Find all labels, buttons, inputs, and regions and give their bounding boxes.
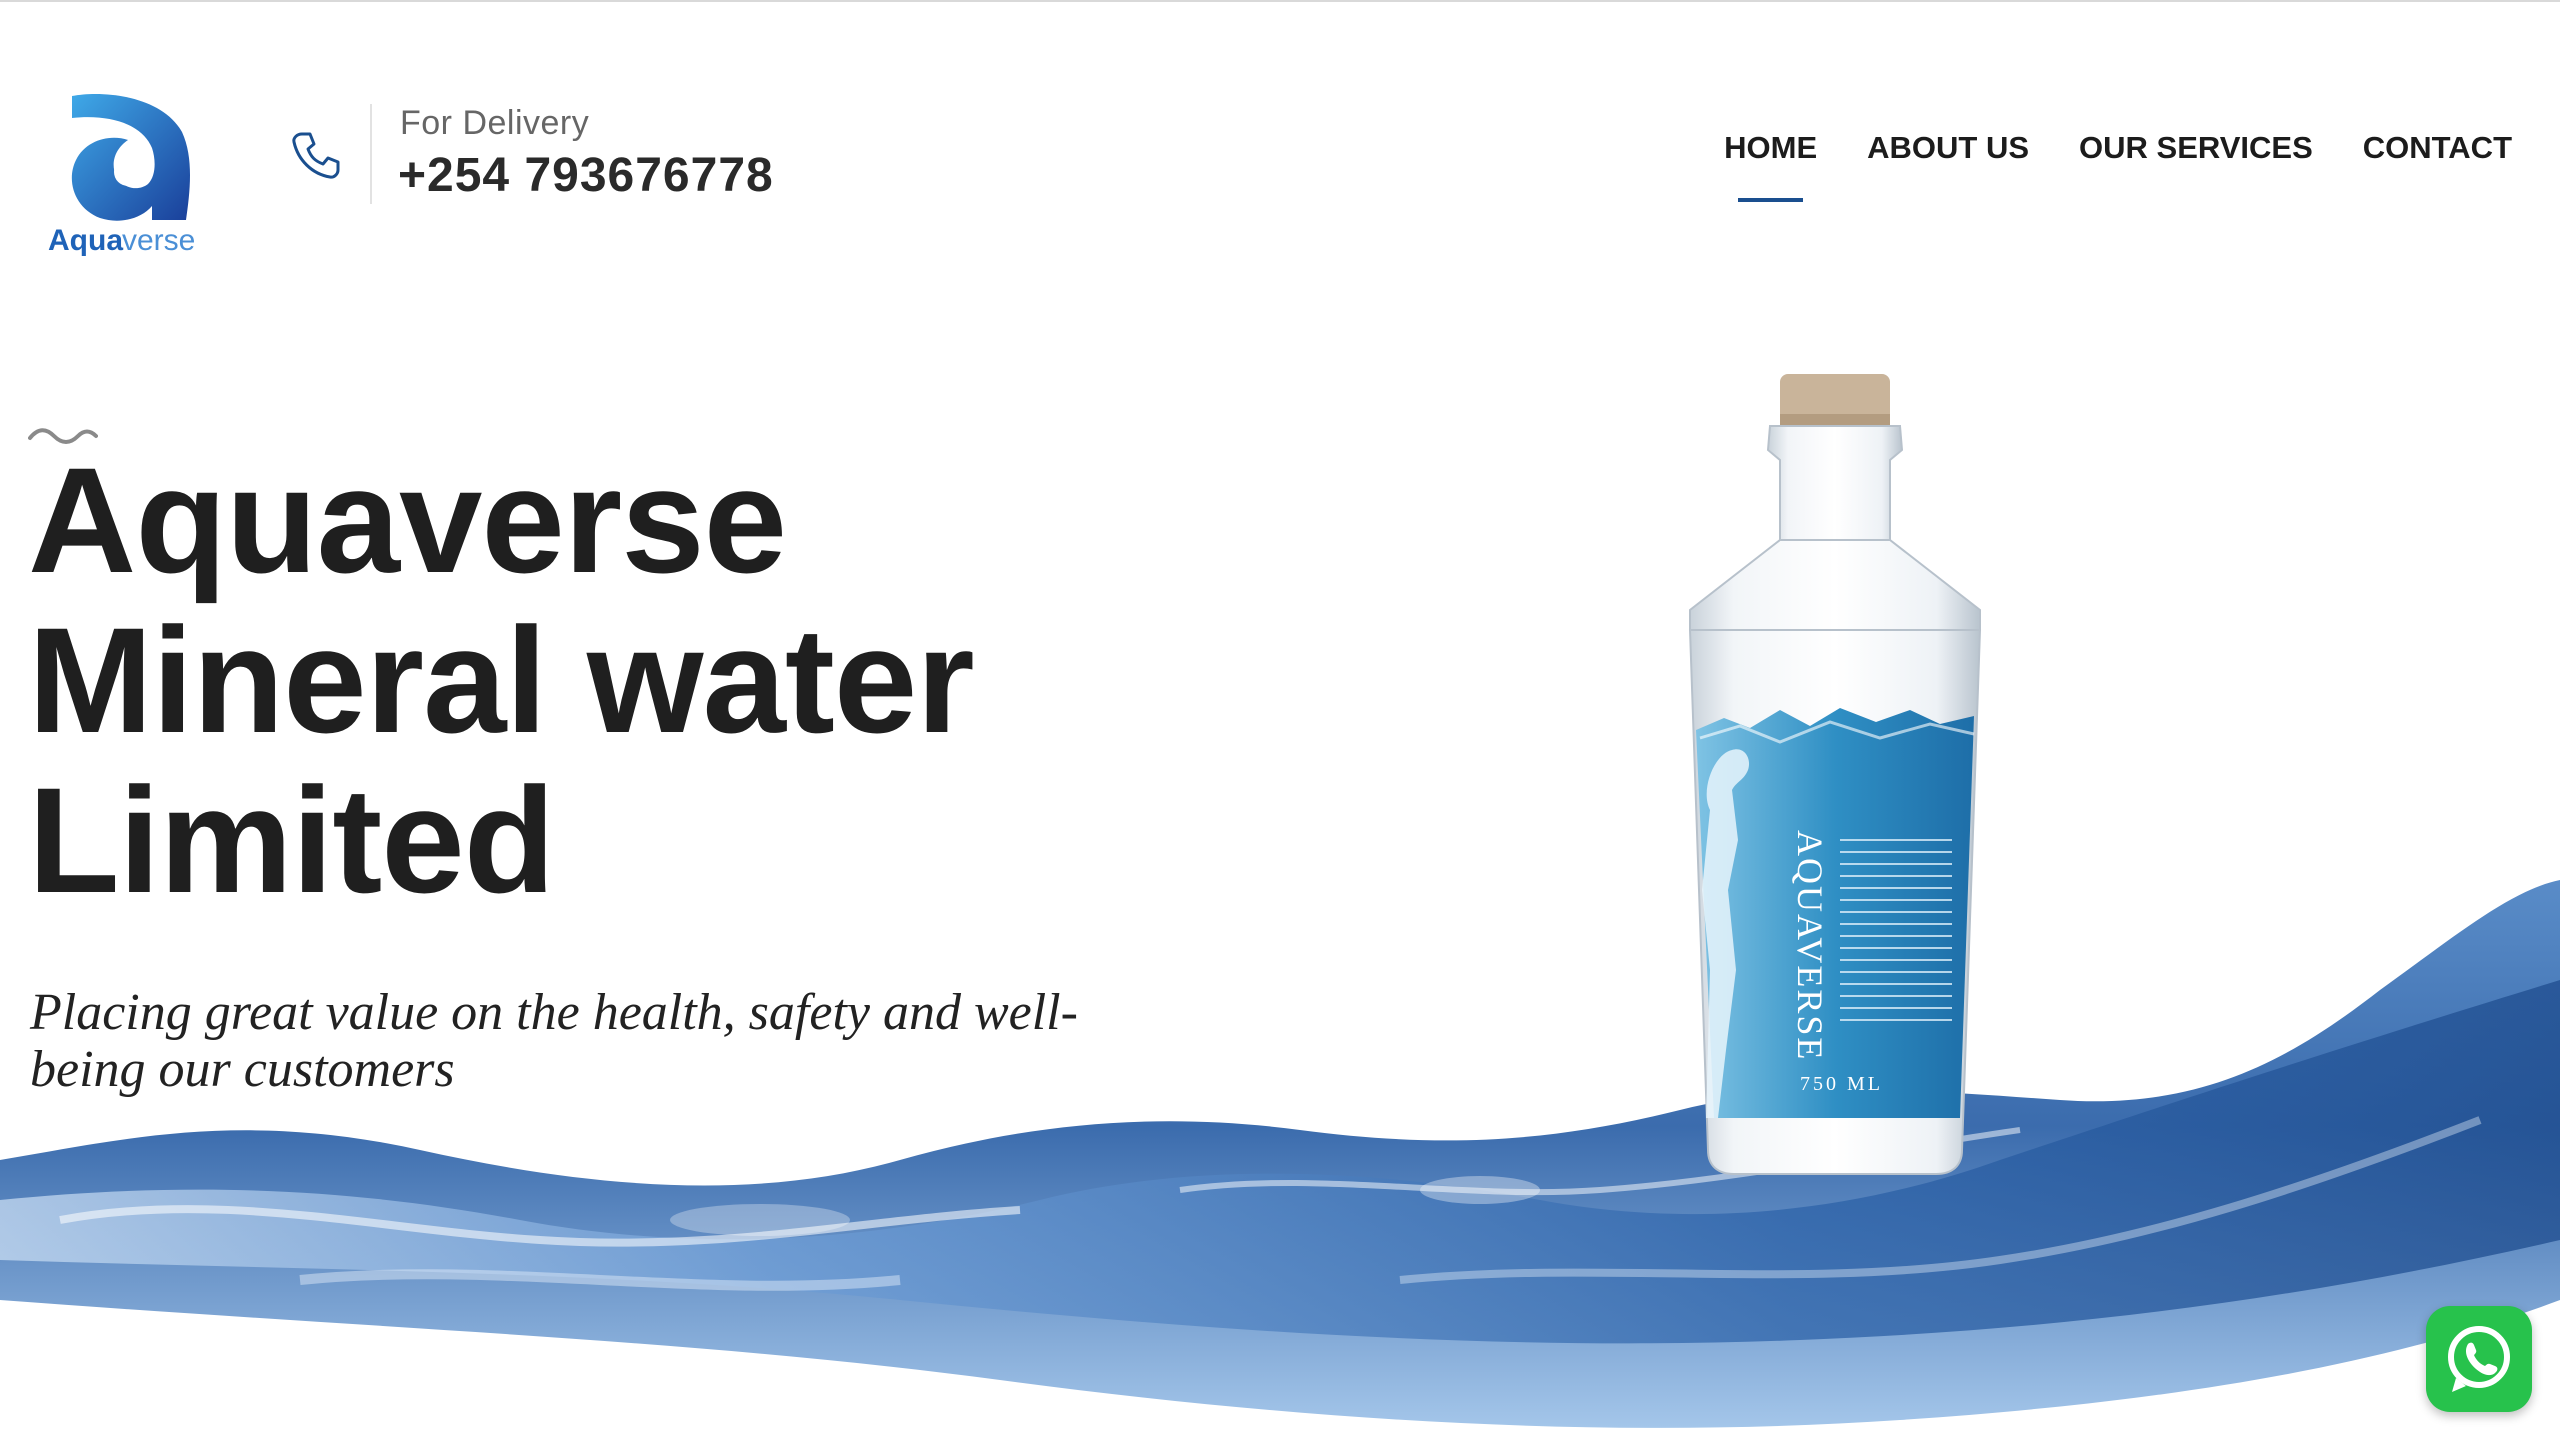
nav-about-us[interactable]: ABOUT US: [1867, 130, 2029, 166]
hero-title: Aquaverse Mineral water Limited: [28, 440, 1128, 920]
nav-our-services[interactable]: OUR SERVICES: [2079, 130, 2313, 166]
hero-title-line2: Mineral water: [28, 596, 975, 764]
water-splash-image: [0, 860, 2560, 1440]
product-bottle-image: AQUAVERSE 750 ML: [1640, 370, 2030, 1200]
nav-contact[interactable]: CONTACT: [2363, 130, 2512, 166]
whatsapp-button[interactable]: [2426, 1306, 2532, 1412]
logo-mark: Aqua verse: [48, 93, 195, 257]
hero-title-line1: Aquaverse: [28, 436, 787, 604]
site-header: Aqua verse For Delivery +254 793676778 H…: [0, 0, 2560, 280]
aquaverse-logo[interactable]: Aqua verse: [44, 88, 214, 258]
whatsapp-icon: [2448, 1326, 2510, 1392]
main-nav: HOME ABOUT US OUR SERVICES CONTACT: [1724, 130, 2512, 202]
bottle-label-brand: AQUAVERSE: [1790, 830, 1830, 1061]
nav-home[interactable]: HOME: [1724, 130, 1817, 202]
delivery-label: For Delivery: [400, 104, 590, 142]
logo-text-light: verse: [122, 224, 195, 257]
hero-title-line3: Limited: [28, 756, 555, 924]
delivery-phone-number[interactable]: +254 793676778: [398, 148, 774, 203]
header-divider: [370, 104, 372, 204]
hero-subtitle: Placing great value on the health, safet…: [30, 984, 1078, 1098]
bottle-label-volume: 750 ML: [1800, 1073, 1883, 1095]
phone-icon[interactable]: [288, 128, 342, 182]
logo-text-bold: Aqua: [48, 224, 123, 257]
